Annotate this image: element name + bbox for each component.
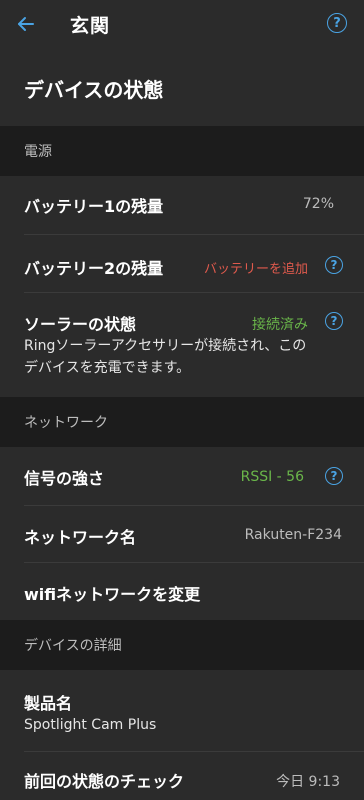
device-name-title: 玄関	[70, 14, 111, 37]
last-check-value: 今日 9:13	[276, 774, 340, 790]
product-name-label: 製品名	[24, 694, 73, 713]
battery1-row: バッテリー1の残量 72%	[24, 176, 364, 235]
battery2-row: バッテリー2の残量 バッテリーを追加 ?	[24, 235, 364, 293]
solar-row: ソーラーの状態 接続済み ? Ringソーラーアクセサリーが接続され、この デバ…	[24, 293, 364, 397]
solar-status: 接続済み	[252, 317, 308, 333]
signal-help-icon[interactable]: ?	[325, 467, 343, 485]
signal-value: RSSI - 56	[240, 469, 304, 485]
battery2-help-icon[interactable]: ?	[325, 256, 343, 274]
signal-row: 信号の強さ RSSI - 56 ?	[24, 447, 364, 506]
page-title: デバイスの状態	[24, 78, 164, 102]
change-wifi-label: wifiネットワークを変更	[24, 585, 201, 604]
signal-label: 信号の強さ	[24, 469, 105, 488]
last-check-label: 前回の状態のチェック	[24, 772, 185, 791]
solar-label: ソーラーの状態	[24, 315, 137, 334]
product-name-row: 製品名 Spotlight Cam Plus	[24, 670, 364, 752]
add-battery-link[interactable]: バッテリーを追加	[204, 258, 308, 277]
section-header-power: 電源	[0, 126, 364, 176]
change-wifi-row[interactable]: wifiネットワークを変更	[24, 563, 364, 620]
product-name-value: Spotlight Cam Plus	[24, 717, 157, 733]
section-header-device-details: デバイスの詳細	[0, 620, 364, 670]
last-check-row: 前回の状態のチェック 今日 9:13	[24, 752, 364, 800]
solar-description-line1: Ringソーラーアクセサリーが接続され、この	[24, 338, 307, 354]
help-icon[interactable]: ?	[327, 13, 347, 33]
battery1-value: 72%	[302, 196, 334, 212]
network-name-value: Rakuten-F234	[244, 527, 342, 543]
back-button[interactable]	[2, 0, 50, 48]
top-app-bar: 玄関 ?	[0, 0, 364, 48]
battery2-label: バッテリー2の残量	[24, 259, 164, 278]
network-name-row: ネットワーク名 Rakuten-F234	[24, 506, 364, 563]
network-name-label: ネットワーク名	[24, 528, 137, 547]
arrow-left-icon	[18, 17, 34, 31]
solar-description-line2: デバイスを充電できます。	[24, 360, 191, 376]
section-header-network: ネットワーク	[0, 397, 364, 447]
device-status-screen: 玄関 ? デバイスの状態 電源 バッテリー1の残量 72% バッテリー2の残量 …	[0, 0, 364, 800]
solar-help-icon[interactable]: ?	[325, 312, 343, 330]
battery1-label: バッテリー1の残量	[24, 197, 164, 216]
